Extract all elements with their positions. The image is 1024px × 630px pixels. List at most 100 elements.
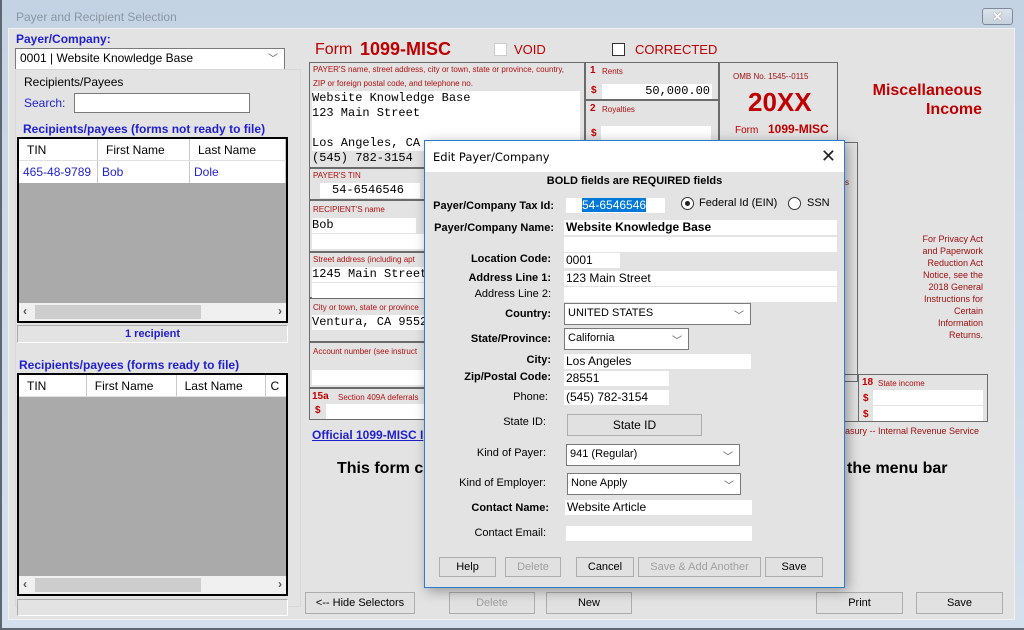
column-header-c[interactable]: C: [266, 375, 286, 396]
dialog-delete-button[interactable]: Delete: [505, 557, 561, 577]
contact-email-input[interactable]: [566, 526, 752, 541]
ready-title: Recipients/payees (forms ready to file): [19, 358, 240, 372]
account-field[interactable]: [312, 370, 427, 385]
hide-selectors-button[interactable]: <-- Hide Selectors: [305, 592, 415, 614]
corrected-checkbox[interactable]: [612, 43, 625, 56]
ready-grid[interactable]: TIN First Name Last Name C ‹ ›: [17, 373, 288, 596]
new-button[interactable]: New: [546, 592, 632, 614]
street-field-2[interactable]: [312, 283, 427, 298]
box-15a-number: 15a: [312, 391, 329, 402]
horizontal-scrollbar[interactable]: ‹ ›: [19, 576, 286, 594]
irs-footer: asury -- Internal Revenue Service: [845, 426, 980, 436]
payer-box-label-1: PAYER'S name, street address, city or to…: [313, 65, 564, 74]
dialog-save-button[interactable]: Save: [765, 557, 823, 577]
state-income-field-2[interactable]: [873, 406, 983, 421]
column-header-last-name[interactable]: Last Name: [177, 375, 267, 396]
box-1-number: 1: [590, 65, 596, 76]
state-id-button[interactable]: State ID: [567, 414, 702, 436]
rents-field[interactable]: 50,000.00: [602, 84, 712, 99]
payer-company-select[interactable]: 0001 | Website Knowledge Base ﹀: [15, 48, 285, 70]
notice-text-left: This form c: [337, 460, 424, 477]
kind-of-employer-select[interactable]: None Apply ﹀: [567, 473, 741, 495]
window-close-button[interactable]: ✕: [982, 8, 1013, 25]
box-15a-field[interactable]: [326, 404, 426, 419]
column-header-first-name[interactable]: First Name: [87, 375, 177, 396]
kind-of-employer-selected: None Apply: [571, 477, 628, 489]
print-button[interactable]: Print: [816, 592, 903, 614]
payer-line-1[interactable]: Website Knowledge Base: [312, 91, 580, 106]
official-form-link[interactable]: Official 1099-MISC I: [312, 428, 423, 442]
payer-line-2[interactable]: 123 Main Street: [312, 106, 580, 121]
ssn-radio[interactable]: [788, 197, 801, 210]
column-header-tin[interactable]: TIN: [19, 139, 98, 160]
box-1-label: Rents: [602, 67, 623, 76]
contact-email-label: Contact Email:: [474, 527, 546, 539]
scrollbar-thumb[interactable]: [35, 578, 201, 592]
payer-line-3[interactable]: [312, 121, 580, 136]
country-select[interactable]: UNITED STATES ﹀: [564, 303, 751, 325]
void-label: VOID: [514, 42, 546, 57]
zip-input[interactable]: 28551: [564, 371, 669, 386]
address-1-label: Address Line 1:: [468, 272, 551, 284]
street-field[interactable]: 1245 Main Street: [312, 267, 427, 282]
recipient-name-field[interactable]: Bob: [312, 218, 416, 233]
address-1-input[interactable]: 123 Main Street: [564, 271, 837, 286]
save-button[interactable]: Save: [916, 592, 1003, 614]
cell-last-name: Dole: [190, 161, 286, 183]
horizontal-scrollbar[interactable]: ‹ ›: [19, 303, 286, 321]
not-ready-title: Recipients/payees (forms not ready to fi…: [23, 122, 266, 136]
payer-company-selected: 0001 | Website Knowledge Base: [20, 51, 194, 65]
delete-button[interactable]: Delete: [449, 592, 535, 614]
column-header-first-name[interactable]: First Name: [98, 139, 190, 160]
not-ready-count: 1 recipient: [17, 325, 288, 343]
column-header-last-name[interactable]: Last Name: [190, 139, 286, 160]
address-2-input[interactable]: [564, 287, 837, 302]
cancel-button[interactable]: Cancel: [576, 557, 634, 577]
form-name: 1099-MISC: [360, 39, 452, 59]
recipient-name-field-2[interactable]: [312, 234, 427, 249]
scroll-right-icon[interactable]: ›: [278, 577, 282, 591]
box-15a-label: Section 409A deferrals: [338, 393, 419, 402]
kind-of-payer-selected: 941 (Regular): [570, 448, 638, 460]
city-input[interactable]: Los Angeles: [564, 354, 751, 369]
notice-text-right: the menu bar: [847, 460, 948, 477]
ein-radio[interactable]: [681, 197, 694, 210]
form-word: Form: [315, 41, 353, 58]
account-label: Account number (see instruct: [313, 347, 418, 356]
save-and-add-another-button[interactable]: Save & Add Another: [638, 557, 761, 577]
dialog-title: Edit Payer/Company: [433, 150, 550, 164]
location-code-input[interactable]: 0001: [564, 253, 620, 268]
omb-form-name: 1099-MISC: [768, 122, 829, 136]
table-row[interactable]: 465-48-9789 Bob Dole: [19, 161, 286, 183]
company-name-2-input[interactable]: [564, 237, 837, 252]
phone-input[interactable]: (545) 782-3154: [564, 390, 669, 405]
privacy-line: Reduction Act: [927, 258, 983, 268]
help-button[interactable]: Help: [439, 557, 496, 577]
scroll-right-icon[interactable]: ›: [278, 304, 282, 318]
state-income-field-1[interactable]: [873, 390, 983, 405]
company-name-input[interactable]: Website Knowledge Base: [564, 220, 837, 235]
recipients-group-label: Recipients/Payees: [24, 75, 124, 89]
void-checkbox[interactable]: [494, 43, 507, 56]
city-field[interactable]: Ventura, CA 9552: [312, 315, 427, 330]
scroll-left-icon[interactable]: ‹: [23, 304, 27, 318]
privacy-line: Information: [937, 318, 983, 328]
grid-header: TIN First Name Last Name C: [19, 375, 286, 397]
kind-of-payer-select[interactable]: 941 (Regular) ﹀: [566, 444, 740, 466]
scrollbar-thumb[interactable]: [35, 305, 201, 319]
dialog-close-icon[interactable]: ✕: [821, 146, 836, 167]
form-title-line-2: Income: [925, 101, 982, 118]
column-header-tin[interactable]: TIN: [19, 375, 87, 396]
not-ready-grid[interactable]: TIN First Name Last Name 465-48-9789 Bob…: [17, 137, 288, 323]
payer-box-label-2: ZIP or foreign postal code, and telephon…: [313, 79, 473, 88]
box-18-dollar-1: $: [863, 393, 869, 404]
royalties-field[interactable]: [601, 126, 711, 141]
payer-tin-field[interactable]: 54-6546546: [320, 183, 420, 198]
search-input[interactable]: [74, 93, 250, 113]
tax-id-input[interactable]: 54-6546546: [566, 198, 665, 213]
state-select[interactable]: California ﹀: [564, 328, 689, 350]
contact-name-input[interactable]: Website Article: [565, 500, 752, 515]
scroll-left-icon[interactable]: ‹: [23, 577, 27, 591]
company-name-label: Payer/Company Name:: [434, 222, 554, 234]
recipient-name-label: RECIPIENT'S name: [313, 205, 385, 214]
